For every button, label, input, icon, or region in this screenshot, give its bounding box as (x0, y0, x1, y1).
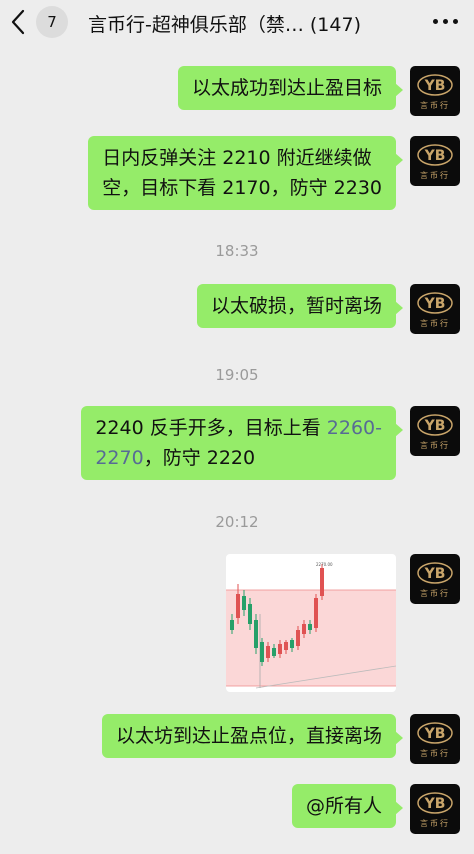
timestamp: 19:05 (215, 366, 259, 384)
timestamp: 18:33 (215, 242, 259, 260)
message-bubble[interactable]: 以太成功到达止盈目标 (177, 66, 404, 110)
chat-title: 言币行-超神俱乐部（禁… (147) (88, 14, 361, 36)
avatar-label: 言币行 (420, 171, 450, 180)
svg-text:YB: YB (424, 78, 446, 94)
avatar-label: 言币行 (420, 819, 450, 828)
avatar[interactable]: YB 言币行 (410, 714, 460, 764)
logo-icon: YB (417, 722, 453, 744)
chat-header: 7 言币行-超神俱乐部（禁… (147) (0, 0, 474, 44)
message-bubble[interactable]: 日内反弹关注 2210 附近继续做 空，目标下看 2170，防守 2230 (88, 136, 403, 210)
message-text: 以太坊到达止盈点位，直接离场 (115, 725, 382, 747)
logo-icon: YB (417, 144, 453, 166)
avatar[interactable]: YB 言币行 (410, 554, 460, 604)
chart-image-message[interactable]: 2270.00 (226, 554, 396, 692)
message-text: 以太成功到达止盈目标 (191, 77, 382, 99)
message-text: ，防守 2220 (143, 447, 256, 469)
price-label: 2270.00 (316, 562, 333, 567)
svg-text:YB: YB (424, 418, 446, 434)
svg-text:YB: YB (424, 296, 446, 312)
message-bubble[interactable]: 以太破损，暂时离场 (196, 284, 404, 328)
logo-icon: YB (417, 414, 453, 436)
logo-icon: YB (417, 792, 453, 814)
message-text-line: 日内反弹关注 2210 附近继续做 (102, 147, 372, 169)
avatar[interactable]: YB 言币行 (410, 66, 460, 116)
unread-count-badge: 7 (36, 6, 68, 38)
message-text: @所有人 (305, 795, 382, 817)
message-text-line: 2240 反手开多，目标上看 2260- (95, 413, 382, 443)
message-text: 以太破损，暂时离场 (210, 295, 382, 317)
timestamp: 20:12 (215, 513, 259, 531)
svg-text:YB: YB (424, 726, 446, 742)
avatar[interactable]: YB 言币行 (410, 136, 460, 186)
back-button[interactable]: 7 (10, 6, 68, 38)
avatar[interactable]: YB 言币行 (410, 284, 460, 334)
avatar-label: 言币行 (420, 101, 450, 110)
logo-icon: YB (417, 292, 453, 314)
avatar-label: 言币行 (420, 319, 450, 328)
avatar[interactable]: YB 言币行 (410, 406, 460, 456)
message-bubble[interactable]: 2240 反手开多，目标上看 2260- 2270，防守 2220 (81, 406, 403, 480)
message-bubble[interactable]: @所有人 (291, 784, 404, 828)
avatar-label: 言币行 (420, 589, 450, 598)
svg-text:YB: YB (424, 796, 446, 812)
message-text: 2240 反手开多，目标上看 (95, 417, 327, 439)
number-link[interactable]: 2270 (95, 447, 143, 469)
svg-text:YB: YB (424, 566, 446, 582)
logo-icon: YB (417, 562, 453, 584)
candlestick-chart-thumbnail: 2270.00 (226, 562, 396, 689)
logo-icon: YB (417, 74, 453, 96)
svg-text:YB: YB (424, 148, 446, 164)
avatar-label: 言币行 (420, 749, 450, 758)
avatar[interactable]: YB 言币行 (410, 784, 460, 834)
more-dots-icon[interactable] (433, 10, 458, 32)
message-text-line: 空，目标下看 2170，防守 2230 (102, 177, 382, 199)
number-link[interactable]: 2260- (327, 417, 382, 439)
avatar-label: 言币行 (420, 441, 450, 450)
message-bubble[interactable]: 以太坊到达止盈点位，直接离场 (101, 714, 404, 758)
message-text-line: 2270，防守 2220 (95, 443, 382, 473)
back-chevron-icon (11, 9, 25, 35)
